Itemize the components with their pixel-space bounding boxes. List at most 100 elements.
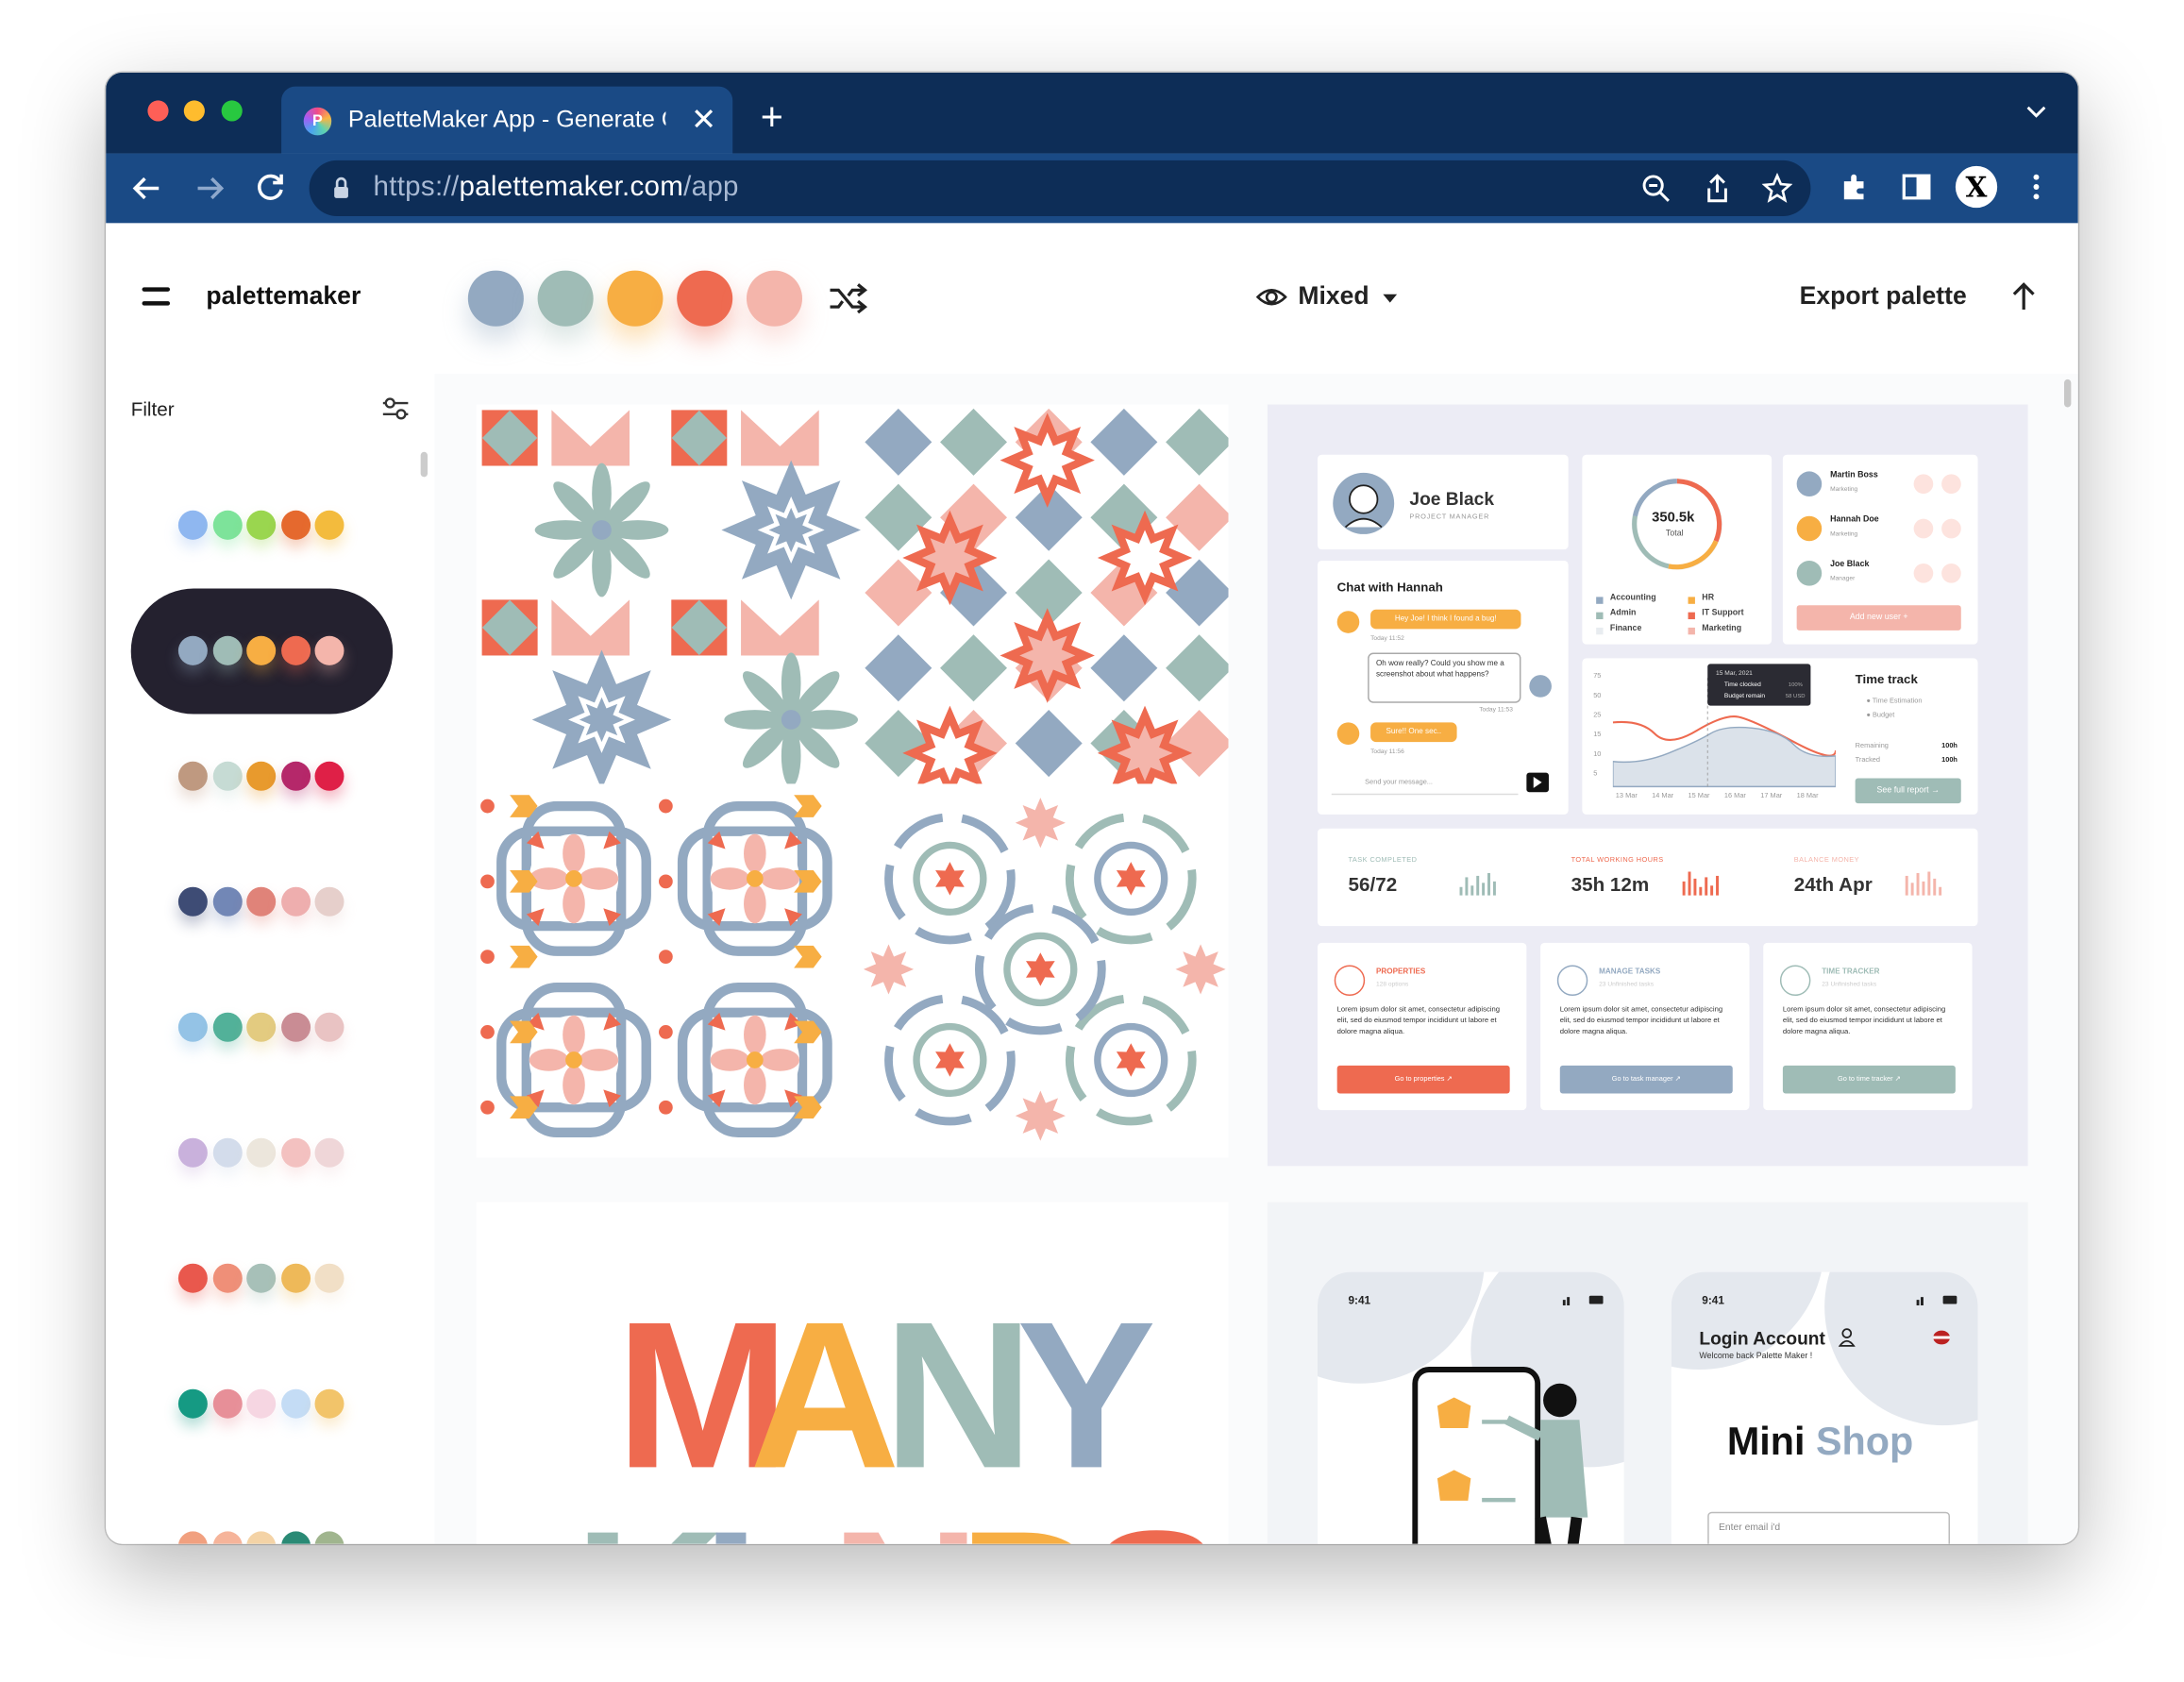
back-arrow-icon[interactable]: [128, 169, 167, 208]
mail-icon[interactable]: [1913, 563, 1934, 583]
lock-icon: [334, 177, 348, 198]
language-flag-icon[interactable]: [1933, 1330, 1950, 1345]
palette-row[interactable]: [131, 1216, 393, 1341]
feature-button[interactable]: Go to time tracker ↗: [1782, 1065, 1956, 1094]
sidebar-scrollbar[interactable]: [420, 451, 428, 478]
dashboard-preview-card[interactable]: Joe Black PROJECT MANAGER 350.5k Total A…: [1267, 404, 2028, 1167]
mail-icon[interactable]: [1913, 474, 1934, 495]
x-tick: 16 Mar: [1723, 792, 1746, 801]
palette-row[interactable]: [131, 1090, 393, 1216]
export-palette-button[interactable]: Export palette: [1800, 281, 1967, 311]
avatar: [1333, 472, 1395, 534]
tooltip-a-value: 100%: [1788, 681, 1803, 688]
tooltip-b: Budget remain: [1723, 691, 1766, 699]
stat-bar: [1459, 886, 1463, 896]
address-bar[interactable]: https://palettemaker.com/app: [309, 160, 1811, 217]
filter-sliders-icon[interactable]: [381, 396, 410, 422]
feature-button[interactable]: Go to properties ↗: [1336, 1065, 1510, 1094]
browser-menu-icon[interactable]: [2023, 170, 2051, 203]
minimize-window-button[interactable]: [183, 100, 205, 122]
palette-row[interactable]: [131, 1341, 393, 1467]
legend-swatch: [1596, 597, 1604, 604]
zoom-icon[interactable]: [1640, 173, 1671, 204]
palettemaker-favicon-icon: [303, 107, 332, 136]
tile-pattern-card[interactable]: [476, 404, 1229, 1158]
user-avatar: [1796, 560, 1823, 586]
url-host: palettemaker.com: [459, 171, 684, 203]
palette-dot: [212, 886, 243, 917]
feature-button[interactable]: Go to task manager ↗: [1559, 1065, 1733, 1094]
forward-arrow-icon[interactable]: [190, 169, 228, 208]
profile-role: PROJECT MANAGER: [1409, 513, 1490, 522]
send-button[interactable]: [1526, 772, 1549, 793]
palette-row[interactable]: [131, 463, 393, 589]
add-user-button[interactable]: Add new user +: [1796, 605, 1961, 631]
palette-row[interactable]: [131, 965, 393, 1090]
palette-dot: [177, 1388, 208, 1419]
side-panel-icon[interactable]: [1900, 170, 1933, 203]
tracked-value: 100h: [1941, 755, 1957, 765]
url-path: /app: [683, 171, 739, 203]
palette-row[interactable]: [130, 588, 394, 715]
bookmark-star-icon[interactable]: [1761, 173, 1793, 204]
full-report-button[interactable]: See full report →: [1855, 778, 1961, 804]
palette-dot: [314, 1388, 344, 1419]
close-window-button[interactable]: [147, 100, 169, 122]
share-icon[interactable]: [1702, 173, 1732, 204]
palette-dot: [314, 761, 344, 791]
palette-dot: [212, 1263, 243, 1293]
palette-dot: [177, 886, 208, 917]
feature-icon: [1556, 965, 1588, 997]
mobile-preview-card[interactable]: 9:41 9:41 Login Account Welcome back Pal…: [1267, 1202, 2028, 1544]
shuffle-icon[interactable]: [828, 279, 869, 318]
lettering-glyph: I: [702, 1487, 761, 1544]
arrow-up-icon[interactable]: [2011, 281, 2037, 312]
maximize-window-button[interactable]: [221, 100, 243, 122]
browser-tab[interactable]: PaletteMaker App - Generate Color ✕: [281, 86, 733, 154]
palette-swatch[interactable]: [467, 270, 524, 327]
chat-time-2: Today 11:53: [1479, 705, 1513, 714]
palette-swatch[interactable]: [677, 270, 733, 327]
palette-dot-partial: [314, 1531, 344, 1544]
tile-pattern-illustration: [476, 404, 1229, 1158]
main-scrollbar[interactable]: [2063, 378, 2072, 408]
phone-icon[interactable]: [1941, 518, 1961, 539]
tile-quadrant-1: [476, 404, 861, 790]
palette-dot: [212, 761, 243, 791]
palette-swatch[interactable]: [537, 270, 594, 327]
palette-dot: [246, 1388, 277, 1419]
x-tick: 15 Mar: [1688, 792, 1710, 801]
palette-dot: [246, 635, 277, 665]
phone-icon[interactable]: [1941, 474, 1961, 495]
palette-dot: [280, 886, 311, 917]
stat-label: TASK COMPLETED: [1348, 856, 1418, 866]
profile-name: Joe Black: [1409, 488, 1494, 510]
palette-swatch[interactable]: [746, 270, 803, 327]
app-header: palettemaker Mixed Export palette: [106, 223, 2078, 374]
chat-avatar-2: [1529, 675, 1552, 698]
palette-row[interactable]: [131, 715, 393, 840]
chevron-down-icon[interactable]: [2025, 103, 2048, 120]
phone-icon[interactable]: [1941, 563, 1961, 583]
extensions-puzzle-icon[interactable]: [1839, 170, 1872, 203]
caret-down-icon: [1383, 294, 1398, 303]
palette-row[interactable]: [131, 840, 393, 966]
reload-icon[interactable]: [251, 169, 290, 208]
phone-screen-1: 9:41: [1318, 1271, 1624, 1544]
user-role: Marketing: [1830, 485, 1858, 493]
stat-bar: [1476, 875, 1480, 896]
lettering-card[interactable]: MANYKINDS: [476, 1202, 1229, 1544]
x-tick: 18 Mar: [1796, 792, 1819, 801]
tile-quadrant-4: [860, 783, 1229, 1158]
feature-sub: 128 options: [1375, 980, 1409, 988]
shopping-illustration: [1412, 1367, 1588, 1544]
palette-swatch[interactable]: [607, 270, 664, 327]
profile-avatar[interactable]: X: [1955, 165, 1998, 209]
close-tab-icon[interactable]: ✕: [691, 102, 716, 138]
chat-time-1: Today 11:52: [1370, 634, 1404, 642]
user-role: Marketing: [1830, 530, 1858, 537]
new-tab-icon[interactable]: +: [761, 97, 783, 136]
hamburger-menu-icon[interactable]: [142, 287, 171, 307]
mail-icon[interactable]: [1913, 518, 1934, 539]
stat-bar: [1682, 881, 1686, 896]
